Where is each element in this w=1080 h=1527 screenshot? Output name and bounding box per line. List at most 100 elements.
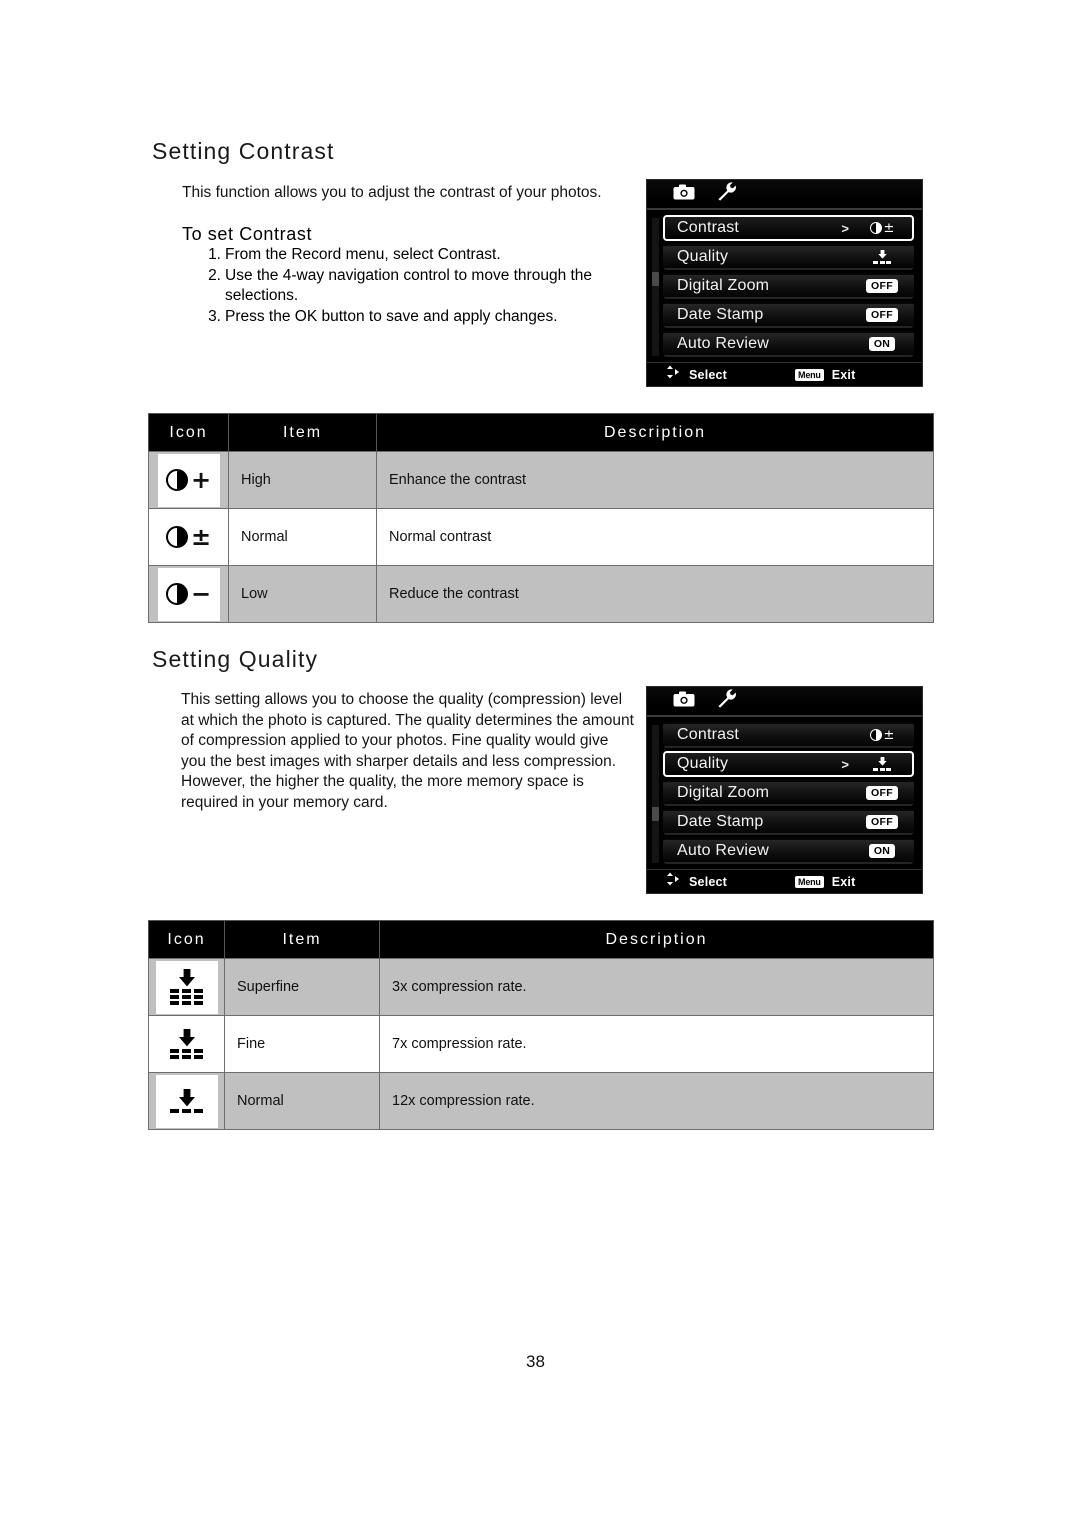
select-label: Select bbox=[689, 367, 728, 382]
chevron-right-icon: > bbox=[841, 220, 849, 236]
step-number: 3. bbox=[208, 307, 221, 325]
table-header-row: Icon Item Description bbox=[148, 413, 934, 452]
item-name: Fine bbox=[224, 1015, 380, 1073]
quality-options-table: Icon Item Description Superfine 3x compr… bbox=[148, 920, 934, 1130]
chevron-right-icon: > bbox=[841, 756, 849, 772]
step-number: 1. bbox=[208, 246, 221, 263]
item-description: 3x compression rate. bbox=[379, 958, 934, 1016]
date-stamp-value: OFF bbox=[861, 308, 903, 322]
menu-item-digital-zoom[interactable]: Digital Zoom OFF bbox=[663, 273, 914, 299]
menu-item-quality[interactable]: Quality bbox=[663, 244, 914, 270]
table-row: Superfine 3x compression rate. bbox=[148, 958, 934, 1016]
menu-item-label: Contrast bbox=[677, 726, 740, 743]
menu-item-label: Auto Review bbox=[677, 335, 770, 352]
wrench-icon[interactable] bbox=[717, 182, 737, 206]
digital-zoom-value: OFF bbox=[861, 786, 903, 800]
item-description: 12x compression rate. bbox=[379, 1072, 934, 1130]
item-name: Normal bbox=[228, 508, 377, 566]
navigation-arrows-icon bbox=[665, 872, 681, 891]
contrast-low-icon-cell: − bbox=[148, 565, 229, 623]
contrast-normal-icon: ± bbox=[157, 510, 220, 564]
status-badge: OFF bbox=[866, 279, 898, 293]
select-label: Select bbox=[689, 874, 728, 889]
step-text: Press the OK button to save and apply ch… bbox=[225, 307, 558, 325]
wrench-icon[interactable] bbox=[717, 689, 737, 713]
status-badge: OFF bbox=[866, 786, 898, 800]
menu-item-auto-review[interactable]: Auto Review ON bbox=[663, 838, 914, 864]
sign-glyph: ± bbox=[190, 523, 212, 551]
menu-item-label: Date Stamp bbox=[677, 813, 764, 830]
step-item: 3. Press the OK button to save and apply… bbox=[199, 307, 629, 328]
auto-review-value: ON bbox=[861, 337, 903, 351]
menu-item-contrast[interactable]: Contrast > ± bbox=[663, 215, 914, 241]
status-badge: ON bbox=[868, 844, 896, 858]
camera-record-menu-contrast[interactable]: Contrast > ± Quality Digital Zoom OFF Da… bbox=[646, 179, 923, 387]
status-badge: OFF bbox=[866, 308, 898, 322]
column-header-description: Description bbox=[376, 413, 934, 452]
menu-item-label: Date Stamp bbox=[677, 306, 764, 323]
menu-button-badge[interactable]: Menu bbox=[795, 368, 824, 381]
menu-item-quality[interactable]: Quality > bbox=[663, 751, 914, 777]
sign-glyph: − bbox=[190, 580, 212, 608]
item-description: 7x compression rate. bbox=[379, 1015, 934, 1073]
item-name: Superfine bbox=[224, 958, 380, 1016]
subheading-to-set-contrast: To set Contrast bbox=[182, 224, 313, 244]
menu-button-badge[interactable]: Menu bbox=[795, 875, 824, 888]
status-badge: OFF bbox=[866, 815, 898, 829]
item-name: Normal bbox=[224, 1072, 380, 1130]
quality-superfine-icon bbox=[155, 960, 218, 1014]
menu-item-label: Quality bbox=[677, 755, 729, 772]
menu-item-label: Quality bbox=[677, 248, 729, 265]
contrast-low-icon: − bbox=[157, 567, 220, 621]
table-row: Fine 7x compression rate. bbox=[148, 1015, 934, 1073]
table-row: + High Enhance the contrast bbox=[148, 451, 934, 509]
quality-fine-icon bbox=[155, 1017, 218, 1071]
step-number: 2. bbox=[208, 266, 221, 284]
contrast-high-icon-cell: + bbox=[148, 451, 229, 509]
document-page: Setting Contrast This function allows yo… bbox=[0, 0, 1080, 1527]
quality-normal-icon-cell bbox=[148, 1072, 225, 1130]
menu-item-label: Digital Zoom bbox=[677, 784, 770, 801]
menu-scrollbar-track[interactable] bbox=[652, 725, 659, 863]
step-item: 1. From the Record menu, select Contrast… bbox=[199, 245, 629, 266]
item-description: Enhance the contrast bbox=[376, 451, 934, 509]
table-row: Normal 12x compression rate. bbox=[148, 1072, 934, 1130]
menu-item-contrast[interactable]: Contrast ± bbox=[663, 722, 914, 748]
menu-item-auto-review[interactable]: Auto Review ON bbox=[663, 331, 914, 357]
column-header-icon: Icon bbox=[148, 413, 229, 452]
menu-scrollbar-thumb[interactable] bbox=[652, 807, 659, 821]
column-header-description: Description bbox=[379, 920, 934, 959]
lcd-menu-list: Contrast ± Quality > Digital Zoom OFF Da… bbox=[647, 717, 922, 869]
page-number: 38 bbox=[526, 1352, 545, 1371]
item-name: Low bbox=[228, 565, 377, 623]
contrast-intro-text: This function allows you to adjust the c… bbox=[182, 184, 602, 201]
menu-item-digital-zoom[interactable]: Digital Zoom OFF bbox=[663, 780, 914, 806]
menu-item-date-stamp[interactable]: Date Stamp OFF bbox=[663, 302, 914, 328]
quality-normal-icon bbox=[155, 1074, 218, 1128]
contrast-value-icon: ± bbox=[861, 728, 903, 743]
menu-scrollbar-thumb[interactable] bbox=[652, 272, 659, 286]
step-text: From the Record menu, select Contrast. bbox=[225, 246, 501, 263]
menu-item-date-stamp[interactable]: Date Stamp OFF bbox=[663, 809, 914, 835]
page-title-setting-quality: Setting Quality bbox=[152, 646, 319, 672]
digital-zoom-value: OFF bbox=[861, 279, 903, 293]
exit-label: Exit bbox=[831, 874, 856, 889]
contrast-high-icon: + bbox=[157, 453, 220, 507]
menu-item-label: Contrast bbox=[677, 219, 740, 236]
sign-glyph: + bbox=[190, 466, 212, 494]
menu-scrollbar-track[interactable] bbox=[652, 218, 659, 356]
navigation-arrows-icon bbox=[665, 365, 681, 384]
lcd-footer-bar: Select Menu Exit bbox=[647, 362, 922, 386]
exit-label: Exit bbox=[831, 367, 856, 382]
quality-fine-icon-cell bbox=[148, 1015, 225, 1073]
camera-record-menu-quality[interactable]: Contrast ± Quality > Digital Zoom OFF Da… bbox=[646, 686, 923, 894]
lcd-tab-bar bbox=[647, 687, 922, 717]
lcd-tab-bar bbox=[647, 180, 922, 210]
item-name: High bbox=[228, 451, 377, 509]
lcd-menu-list: Contrast > ± Quality Digital Zoom OFF Da… bbox=[647, 210, 922, 362]
auto-review-value: ON bbox=[861, 844, 903, 858]
camera-icon[interactable] bbox=[673, 184, 695, 205]
quality-superfine-icon-cell bbox=[148, 958, 225, 1016]
camera-icon[interactable] bbox=[673, 691, 695, 712]
column-header-item: Item bbox=[224, 920, 380, 959]
